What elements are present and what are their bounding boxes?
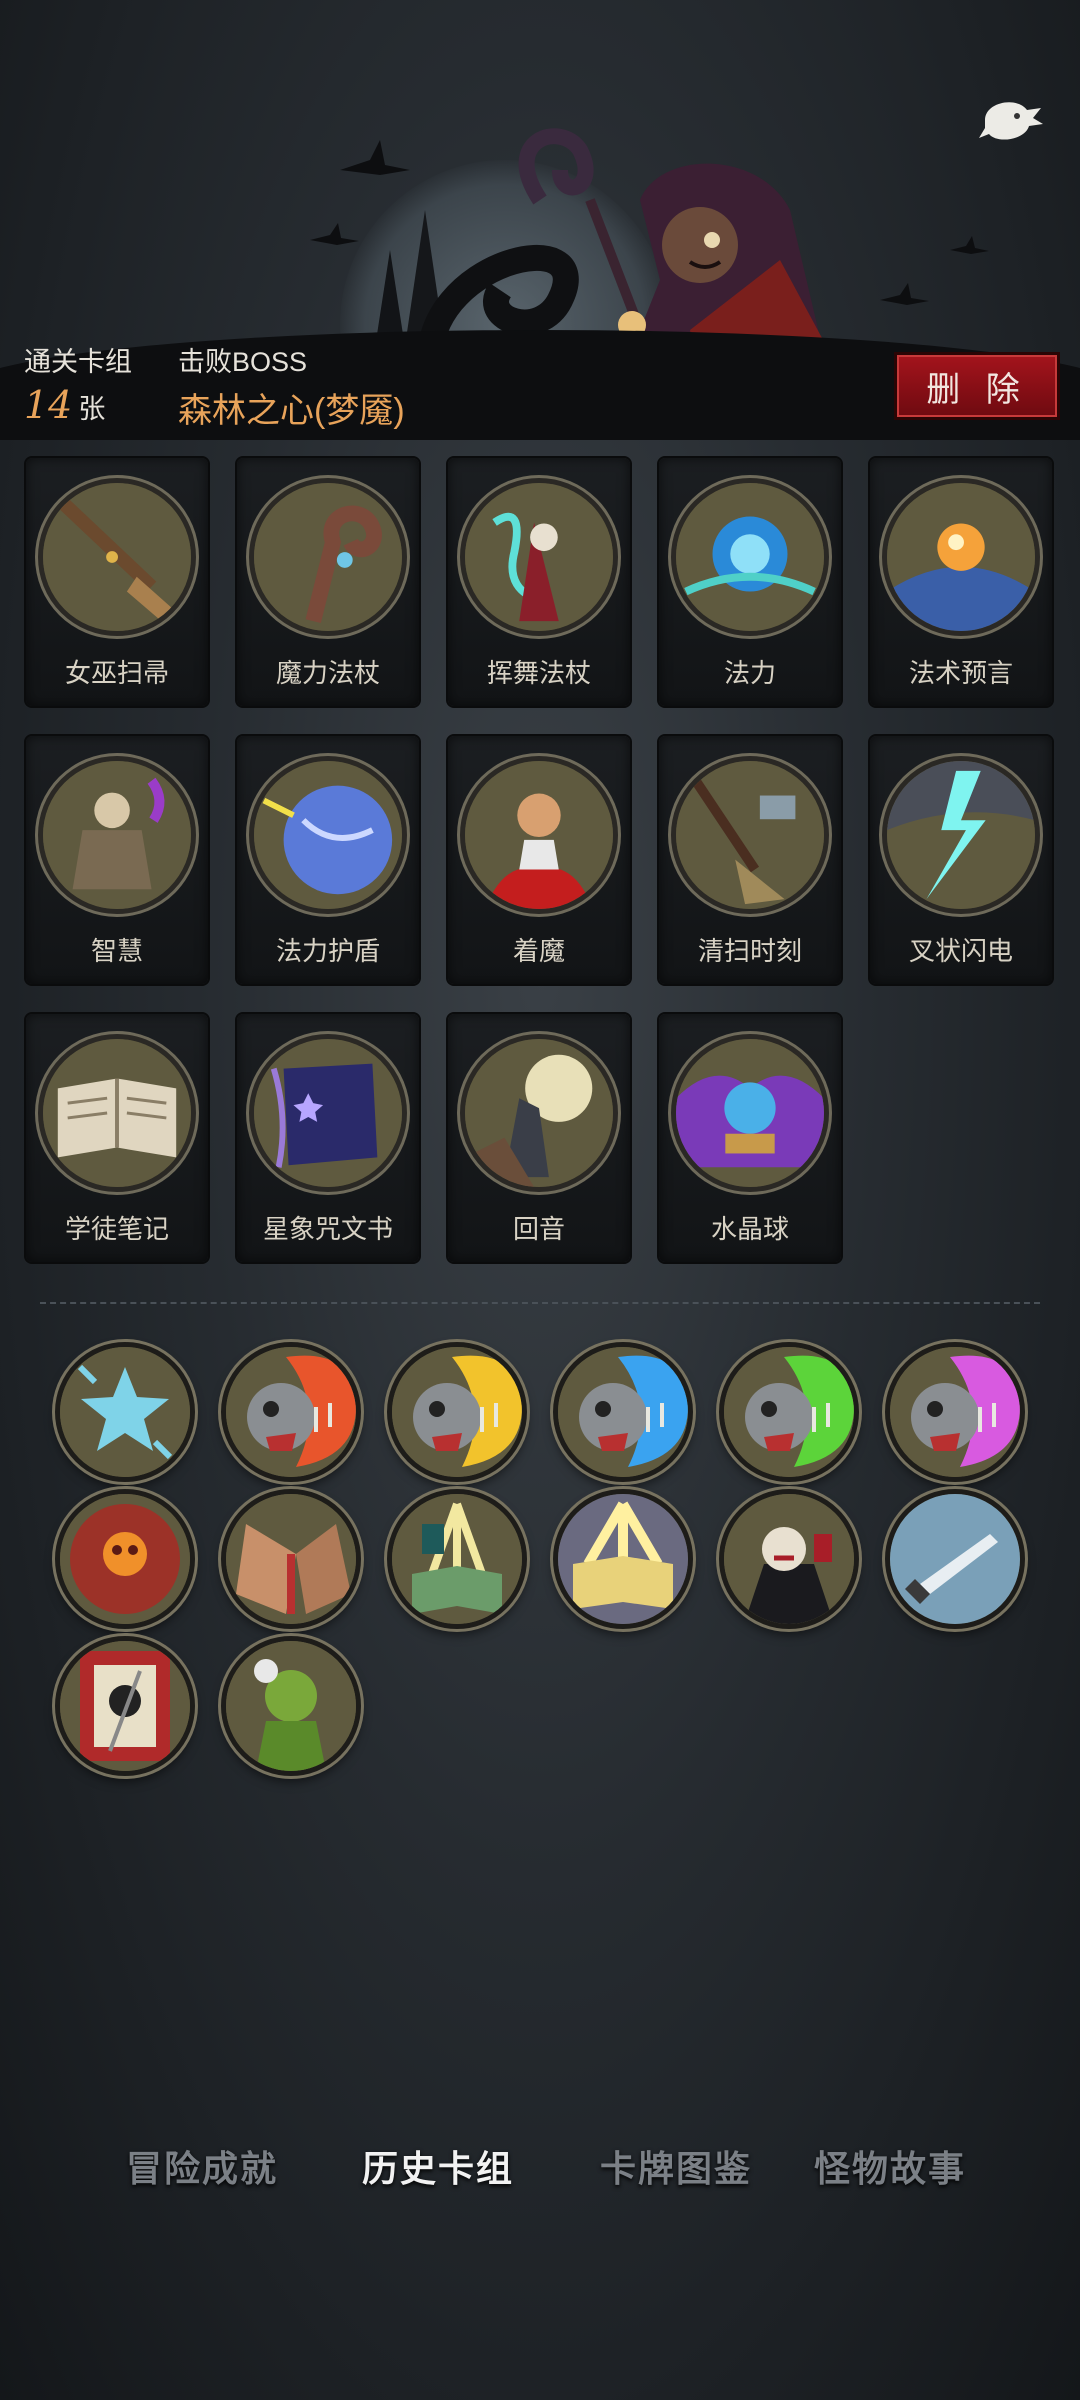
glowing-book-icon[interactable] [387,1489,527,1629]
staff-icon [249,478,407,636]
deck-count: 14 [24,383,73,427]
card-11[interactable]: 学徒笔记 [26,1014,208,1262]
crystal-ball-icon [671,1034,829,1192]
bottom-tabs: 冒险成就 历史卡组 卡牌图鉴 怪物故事 [0,2130,1080,2210]
lightning-icon [882,756,1040,914]
card-9[interactable]: 清扫时刻 [659,736,841,984]
deck-label: 通关卡组 [24,347,132,377]
prophecy-orb-icon [882,478,1040,636]
singing-skull-icon[interactable] [885,1342,1025,1482]
card-name: 清扫时刻 [697,936,802,966]
singing-skull-icon[interactable] [387,1342,527,1482]
tab-adventure-achievements[interactable]: 冒险成就 [126,2140,278,2192]
card-name: 法力 [723,658,776,688]
card-12[interactable]: 星象咒文书 [237,1014,419,1262]
card-name: 挥舞法杖 [486,658,591,688]
card-5[interactable]: 法术预言 [870,458,1052,706]
card-10[interactable]: 叉状闪电 [870,736,1052,984]
boss-stat: 击败BOSS 森林之心(梦魇) [178,340,405,432]
mana-orb-icon [671,478,829,636]
card-name: 女巫扫帚 [64,658,169,688]
witch-staff-icon [460,478,618,636]
card-3[interactable]: 挥舞法杖 [448,458,630,706]
skull-banner-icon[interactable] [55,1636,195,1776]
card-14[interactable]: 水晶球 [659,1014,841,1262]
boss-banner: 通关卡组 14 张 击败BOSS 森林之心(梦魇) 删 除 [0,0,1080,440]
card-name: 星象咒文书 [262,1214,393,1244]
scholar-icon [38,756,196,914]
singing-skull-icon[interactable] [719,1342,859,1482]
card-name: 学徒笔记 [64,1214,169,1244]
vampire-icon[interactable] [719,1489,859,1629]
sweep-broom-icon [671,756,829,914]
card-name: 叉状闪电 [908,936,1013,966]
card-2[interactable]: 魔力法杖 [237,458,419,706]
delete-button[interactable]: 删 除 [894,352,1060,420]
card-name: 着魔 [512,936,565,966]
boss-name: 森林之心(梦魇) [178,392,405,430]
card-6[interactable]: 智慧 [26,736,208,984]
bleeding-hands-icon[interactable] [221,1489,361,1629]
card-name: 魔力法杖 [275,658,380,688]
spellbook-icon [249,1034,407,1192]
card-1[interactable]: 女巫扫帚 [26,458,208,706]
boss-label: 击败BOSS [178,347,308,377]
card-4[interactable]: 法力 [659,458,841,706]
card-13[interactable]: 回音 [448,1014,630,1262]
singing-skull-icon[interactable] [221,1342,361,1482]
skull-shield-icon[interactable] [55,1489,195,1629]
radiant-book-icon[interactable] [553,1489,693,1629]
card-name: 法术预言 [908,658,1013,688]
deck-stat: 通关卡组 14 张 [24,340,132,427]
tab-card-codex[interactable]: 卡牌图鉴 [600,2140,752,2192]
card-7[interactable]: 法力护盾 [237,736,419,984]
section-divider [40,1302,1040,1304]
tab-history-decks[interactable]: 历史卡组 [362,2140,514,2192]
singing-skull-icon[interactable] [553,1342,693,1482]
ghost-icon [979,102,1043,140]
shield-globe-icon [249,756,407,914]
ghost-menu-button[interactable] [976,90,1046,150]
possessed-icon [460,756,618,914]
deck-unit: 张 [78,394,106,424]
card-8[interactable]: 着魔 [448,736,630,984]
card-name: 智慧 [90,936,143,966]
broom-icon [38,478,196,636]
notebook-icon [38,1034,196,1192]
card-name: 水晶球 [710,1214,789,1244]
tab-monster-stories[interactable]: 怪物故事 [814,2140,966,2192]
werewolf-moon-icon [460,1034,618,1192]
card-name: 回音 [512,1214,565,1244]
card-name: 法力护盾 [275,936,380,966]
dagger-icon[interactable] [885,1489,1025,1629]
ghoul-icon[interactable] [221,1636,361,1776]
star-shard-icon[interactable] [55,1342,195,1482]
